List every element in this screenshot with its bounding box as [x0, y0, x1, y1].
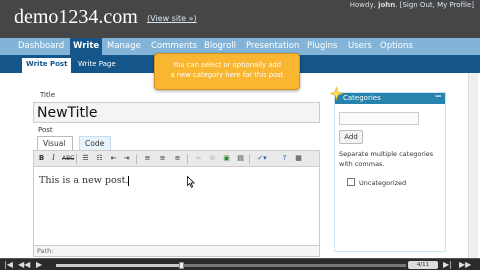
link-icon[interactable]: ∞ — [194, 154, 203, 163]
slide-counter: 4/11 — [408, 261, 438, 269]
admin-header: demo1234.com (View site ») Howdy, john. … — [0, 0, 480, 38]
menu-dashboard[interactable]: Dashboard — [18, 41, 64, 51]
post-label: Post — [38, 126, 53, 134]
more-icon[interactable]: ▤ — [236, 154, 245, 163]
submenu-write-page[interactable]: Write Page — [78, 60, 116, 68]
post-editor[interactable]: This is a new post. — [33, 167, 320, 246]
view-site-link[interactable]: (View site ») — [147, 14, 197, 23]
seek-bar[interactable] — [56, 262, 406, 269]
rewind-icon[interactable]: ◀◀ — [18, 260, 30, 270]
unlink-icon[interactable]: ⊘ — [208, 154, 217, 163]
menu-plugins[interactable]: Plugins — [307, 41, 337, 51]
menu-options[interactable]: Options — [380, 41, 413, 51]
toolbar-separator — [136, 154, 137, 164]
menu-comments[interactable]: Comments — [151, 41, 197, 51]
toolbar-separator — [187, 154, 188, 164]
align-center-icon[interactable]: ≡ — [158, 154, 167, 163]
tab-visual[interactable]: Visual — [37, 136, 73, 150]
tooltip-line-1: You can select or optionally add — [172, 61, 282, 69]
bold-icon[interactable]: B — [37, 154, 46, 163]
menu-manage[interactable]: Manage — [107, 41, 141, 51]
sparkle-icon — [330, 87, 343, 100]
path-label: Path: — [37, 247, 54, 255]
align-left-icon[interactable]: ≡ — [143, 154, 152, 163]
submenu-write-post[interactable]: Write Post — [22, 58, 72, 73]
page-scrollbar[interactable] — [468, 73, 478, 258]
category-item-uncategorized: Uncategorized — [359, 179, 407, 187]
category-help-line-1: Separate multiple categories — [339, 150, 434, 158]
mouse-cursor-icon — [187, 176, 195, 188]
collapse-icon[interactable]: − — [434, 92, 442, 102]
editor-toolbar: B I ABC ☰ ☷ ⇤ ⇥ ≡ ≡ ≡ ∞ ⊘ ▣ ▤ ✓▾ ? ▦ — [33, 150, 320, 167]
menu-presentation[interactable]: Presentation — [246, 41, 299, 51]
seek-thumb[interactable] — [179, 262, 184, 269]
tab-code[interactable]: Code — [79, 136, 111, 150]
sign-out-link[interactable]: Sign Out — [402, 1, 432, 9]
user-info: Howdy, john. [Sign Out, My Profile] — [349, 1, 474, 9]
categories-box: Categories − Add Separate multiple categ… — [334, 92, 446, 252]
text-caret — [128, 175, 130, 186]
new-category-input[interactable] — [339, 112, 419, 125]
title-label: Title — [40, 91, 56, 99]
video-player-bar: |◀ ◀◀ ▶ 4/11 ▶| ▶▶ — [0, 258, 480, 270]
category-tooltip: You can select or optionally add a new c… — [154, 53, 300, 90]
add-category-button[interactable]: Add — [339, 130, 363, 144]
toolbar-separator — [76, 154, 77, 164]
image-icon[interactable]: ▣ — [222, 154, 231, 163]
bullet-list-icon[interactable]: ☰ — [81, 154, 90, 163]
site-title[interactable]: demo1234.com — [14, 6, 138, 29]
align-right-icon[interactable]: ≡ — [173, 154, 182, 163]
toolbar-separator — [249, 154, 250, 164]
categories-header[interactable]: Categories − — [335, 92, 445, 104]
username: john — [378, 1, 396, 9]
spellcheck-icon[interactable]: ✓▾ — [255, 154, 269, 163]
numbered-list-icon[interactable]: ☷ — [95, 154, 104, 163]
menu-write[interactable]: Write — [70, 38, 103, 55]
fullscreen-icon[interactable]: ▦ — [294, 154, 303, 163]
help-icon[interactable]: ? — [280, 154, 289, 163]
post-content: This is a new post. — [39, 175, 129, 186]
menu-users[interactable]: Users — [348, 41, 372, 51]
categories-title: Categories — [343, 94, 381, 102]
skip-back-icon[interactable]: |◀ — [4, 260, 13, 270]
outdent-icon[interactable]: ⇤ — [109, 154, 118, 163]
menu-blogroll[interactable]: Blogroll — [204, 41, 236, 51]
howdy-text: Howdy, — [349, 1, 376, 9]
indent-icon[interactable]: ⇥ — [122, 154, 131, 163]
seek-progress — [56, 264, 182, 267]
strikethrough-icon[interactable]: ABC — [62, 154, 74, 163]
category-help-line-2: with commas. — [339, 160, 385, 168]
title-input[interactable]: NewTitle — [33, 102, 320, 123]
tooltip-line-2: a new category here for this post — [170, 71, 284, 79]
play-icon[interactable]: ▶ — [36, 260, 42, 270]
uncategorized-checkbox[interactable] — [347, 178, 355, 186]
category-help-text: Separate multiple categories with commas… — [339, 149, 443, 169]
my-profile-link[interactable]: My Profile — [437, 1, 471, 9]
editor-path-bar: Path: — [33, 246, 320, 257]
next-icon[interactable]: ▶| — [443, 260, 452, 270]
fast-forward-icon[interactable]: ▶▶ — [459, 260, 471, 270]
italic-icon[interactable]: I — [49, 154, 58, 163]
